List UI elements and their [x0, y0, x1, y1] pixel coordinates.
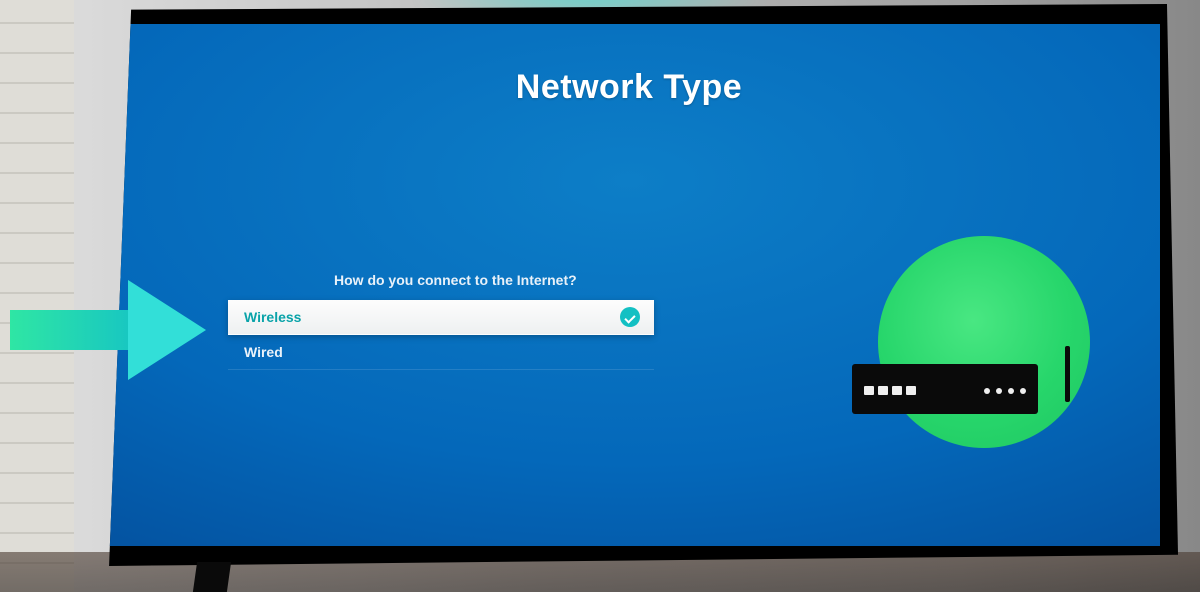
check-icon	[620, 307, 640, 327]
prompt-text: How do you connect to the Internet?	[334, 272, 577, 288]
annotation-arrow-icon	[10, 280, 230, 382]
photo-background: Network Type How do you connect to the I…	[0, 0, 1200, 592]
page-title: Network Type	[98, 68, 1160, 107]
option-wireless[interactable]: Wireless	[228, 300, 654, 335]
option-label-wired: Wired	[244, 344, 283, 360]
network-type-options: Wireless Wired	[228, 300, 654, 370]
router-icon	[852, 364, 1038, 414]
tv-bezel: Network Type How do you connect to the I…	[76, 4, 1178, 566]
tv-screen: Network Type How do you connect to the I…	[98, 24, 1160, 546]
tv-stand	[193, 562, 231, 592]
option-label-wireless: Wireless	[244, 309, 301, 325]
illustration-circle	[878, 236, 1090, 448]
option-wired[interactable]: Wired	[228, 335, 654, 370]
router-antenna-icon	[1065, 346, 1070, 402]
